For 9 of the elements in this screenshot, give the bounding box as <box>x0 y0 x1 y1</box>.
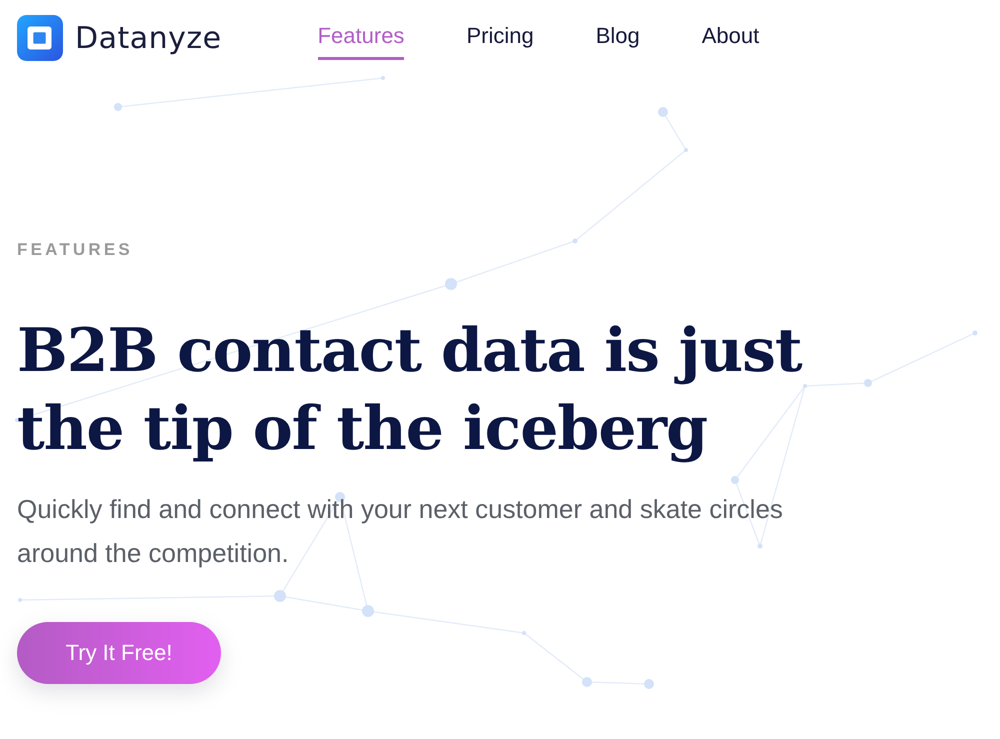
logo-icon[interactable] <box>16 15 64 61</box>
section-label: FEATURES <box>17 240 134 260</box>
nav-link[interactable]: About <box>702 16 760 60</box>
logo-wordmark[interactable]: Datanyze <box>75 20 222 56</box>
nav-link[interactable]: Pricing <box>466 16 534 60</box>
hero-heading: B2B contact data is just the tip of the iceberg <box>17 315 804 466</box>
nav-link[interactable]: Blog <box>596 16 640 60</box>
hero-subtitle: Quickly find and connect with your next customer and skate circles around the competition. <box>17 493 784 570</box>
nav-link[interactable]: Features <box>318 16 404 60</box>
